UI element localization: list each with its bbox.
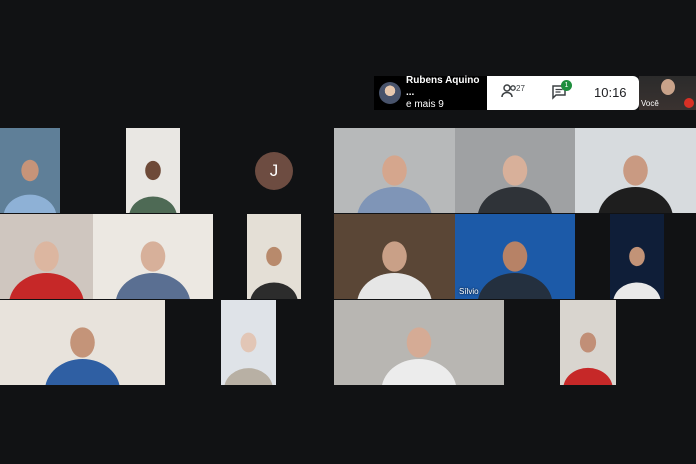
participant-body bbox=[563, 367, 613, 385]
speaker-name: Rubens Aquino ... bbox=[406, 75, 480, 98]
participant-body bbox=[9, 272, 84, 299]
participant-video bbox=[357, 155, 432, 213]
self-view-tile[interactable]: Você bbox=[639, 76, 696, 110]
participant-head bbox=[70, 327, 95, 358]
participant-head bbox=[382, 241, 407, 272]
participant-head bbox=[579, 332, 597, 353]
participant-head bbox=[623, 155, 648, 186]
participant-video bbox=[613, 246, 661, 299]
participants-button[interactable]: 27 bbox=[501, 84, 525, 102]
participant-tile[interactable] bbox=[560, 300, 616, 385]
participant-video bbox=[116, 241, 190, 299]
participant-tile[interactable] bbox=[221, 300, 276, 385]
participant-tile[interactable] bbox=[247, 214, 301, 299]
participant-video bbox=[250, 246, 298, 299]
participant-body bbox=[129, 196, 177, 213]
participant-video bbox=[598, 155, 673, 213]
participant-head bbox=[502, 155, 528, 186]
participant-body bbox=[357, 272, 432, 299]
participant-tile[interactable] bbox=[334, 128, 455, 213]
chat-unread-badge: 1 bbox=[561, 80, 572, 91]
participant-video bbox=[3, 159, 57, 213]
participant-video bbox=[357, 241, 432, 299]
participant-body bbox=[45, 358, 120, 385]
chat-button[interactable]: 1 bbox=[551, 80, 573, 102]
participant-video bbox=[129, 160, 177, 213]
speaker-more: e mais 9 bbox=[406, 99, 444, 110]
participant-body bbox=[116, 272, 190, 299]
participant-tile[interactable] bbox=[334, 214, 455, 299]
participant-tile[interactable] bbox=[610, 214, 664, 299]
participant-body bbox=[250, 282, 298, 299]
participant-tile[interactable] bbox=[575, 128, 696, 213]
active-speaker-chip[interactable]: Rubens Aquino ... e mais 9 bbox=[374, 75, 487, 111]
participant-head bbox=[266, 246, 282, 267]
participant-head bbox=[34, 241, 59, 272]
meeting-top-bar: Rubens Aquino ... e mais 9 27 1 10:16 Vo… bbox=[374, 75, 696, 111]
participant-tile[interactable] bbox=[334, 300, 504, 385]
participant-head bbox=[145, 160, 161, 181]
participant-video bbox=[9, 241, 84, 299]
participant-tile[interactable] bbox=[0, 300, 165, 385]
participant-tile[interactable]: Sílvio bbox=[455, 214, 575, 299]
meeting-controls: 27 1 10:16 bbox=[487, 76, 639, 110]
participant-tile[interactable] bbox=[455, 128, 575, 213]
participant-tile[interactable] bbox=[126, 128, 180, 213]
participant-body bbox=[357, 186, 432, 213]
participant-body bbox=[3, 194, 57, 213]
self-view-person bbox=[661, 79, 675, 95]
participant-tile[interactable] bbox=[0, 214, 93, 299]
participant-tile[interactable] bbox=[93, 214, 213, 299]
muted-mic-icon bbox=[684, 98, 694, 108]
speaker-text: Rubens Aquino ... e mais 9 bbox=[406, 75, 487, 111]
participant-body bbox=[613, 282, 661, 299]
participant-head bbox=[140, 241, 166, 272]
participant-body bbox=[478, 272, 552, 299]
participants-count: 27 bbox=[516, 84, 525, 93]
participant-head bbox=[629, 246, 645, 267]
participant-body bbox=[224, 368, 273, 385]
participant-video bbox=[224, 332, 273, 385]
participant-head bbox=[240, 332, 257, 353]
participant-video bbox=[563, 332, 613, 385]
clock: 10:16 bbox=[594, 85, 627, 100]
participant-head bbox=[406, 327, 432, 358]
participant-video bbox=[382, 327, 456, 385]
participant-name: Sílvio bbox=[459, 287, 479, 296]
participant-body bbox=[598, 186, 673, 213]
participant-head bbox=[21, 159, 39, 182]
participant-body bbox=[478, 186, 552, 213]
participant-body bbox=[382, 358, 456, 385]
participant-head bbox=[382, 155, 407, 186]
self-view-label: Você bbox=[641, 99, 659, 108]
participant-video bbox=[478, 155, 552, 213]
participant-tile[interactable] bbox=[0, 128, 60, 213]
participant-avatar-initial[interactable]: J bbox=[255, 152, 293, 190]
participant-video bbox=[45, 327, 120, 385]
participant-head bbox=[502, 241, 528, 272]
people-icon bbox=[501, 84, 516, 98]
speaker-avatar bbox=[379, 82, 401, 104]
